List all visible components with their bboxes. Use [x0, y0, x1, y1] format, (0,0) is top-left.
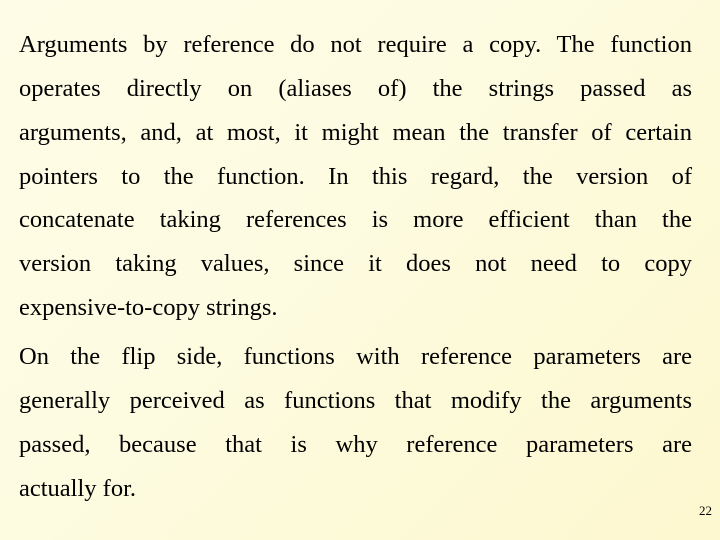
- text-line: Arguments by reference do not require a …: [19, 31, 692, 58]
- page-number: 22: [699, 503, 712, 518]
- text-line: arguments, and, at most, it might mean t…: [19, 119, 692, 146]
- text-line: On the flip side, functions with referen…: [19, 343, 692, 370]
- text-line: pointers to the function. In this regard…: [19, 163, 692, 190]
- text-line: generally perceived as functions that mo…: [19, 387, 692, 414]
- text-line: actually for.: [19, 475, 137, 502]
- text-line: expensive-to-copy strings.: [19, 294, 278, 321]
- text-line: concatenate taking references is more ef…: [19, 206, 692, 233]
- text-line: passed, because that is why reference pa…: [19, 431, 692, 458]
- text-line: version taking values, since it does not…: [19, 250, 692, 277]
- text-line: operates directly on (aliases of) the st…: [19, 75, 692, 102]
